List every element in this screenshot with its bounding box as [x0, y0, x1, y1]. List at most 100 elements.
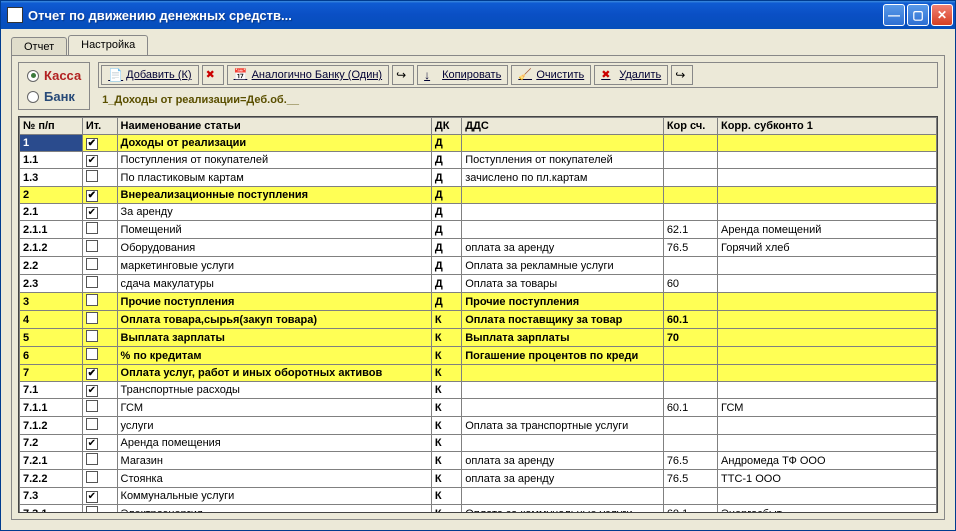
col-it[interactable]: Ит.	[82, 118, 117, 135]
cell-dk[interactable]: К	[431, 365, 461, 382]
cell-dds[interactable]: Прочие поступления	[462, 293, 664, 311]
cell-kor[interactable]	[663, 435, 717, 452]
cell-name[interactable]: сдача макулатуры	[117, 275, 431, 293]
cell-dds[interactable]	[462, 221, 664, 239]
cell-num[interactable]: 7.3	[20, 488, 83, 505]
maximize-button[interactable]: ▢	[907, 4, 929, 26]
cell-dk[interactable]: Д	[431, 204, 461, 221]
table-row[interactable]: 7.1.1ГСМК60.1ГСМ	[20, 399, 937, 417]
checkbox-icon[interactable]	[86, 368, 98, 380]
cell-dds[interactable]: Выплата зарплаты	[462, 329, 664, 347]
cell-dds[interactable]	[462, 187, 664, 204]
cell-it[interactable]	[82, 239, 117, 257]
cell-sub[interactable]: Андромеда ТФ ООО	[718, 452, 937, 470]
table-row[interactable]: 5Выплата зарплатыКВыплата зарплаты70	[20, 329, 937, 347]
cell-it[interactable]	[82, 204, 117, 221]
grid-wrap[interactable]: № п/п Ит. Наименование статьи ДК ДДС Кор…	[18, 116, 938, 513]
cell-num[interactable]: 2.1	[20, 204, 83, 221]
table-row[interactable]: 7.2Аренда помещенияК	[20, 435, 937, 452]
cell-num[interactable]: 5	[20, 329, 83, 347]
arrow-icon-button[interactable]	[392, 65, 414, 85]
cell-sub[interactable]	[718, 488, 937, 505]
cell-kor[interactable]	[663, 417, 717, 435]
cell-name[interactable]: Доходы от реализации	[117, 135, 431, 152]
checkbox-icon[interactable]	[86, 453, 98, 465]
cell-it[interactable]	[82, 293, 117, 311]
cell-dk[interactable]: Д	[431, 169, 461, 187]
checkbox-icon[interactable]	[86, 400, 98, 412]
radio-bank[interactable]: Банк	[27, 89, 81, 104]
delete-button[interactable]: Удалить	[594, 65, 668, 85]
table-row[interactable]: 7.2.1МагазинКоплата за аренду76.5Андроме…	[20, 452, 937, 470]
table-row[interactable]: 1.3По пластиковым картамДзачислено по пл…	[20, 169, 937, 187]
table-row[interactable]: 7.1Транспортные расходыК	[20, 382, 937, 399]
cell-name[interactable]: Прочие поступления	[117, 293, 431, 311]
table-row[interactable]: 7.3Коммунальные услугиК	[20, 488, 937, 505]
cell-num[interactable]: 7.3.1	[20, 505, 83, 514]
cell-it[interactable]	[82, 329, 117, 347]
cell-dk[interactable]: К	[431, 347, 461, 365]
cell-dds[interactable]: Погашение процентов по креди	[462, 347, 664, 365]
cell-name[interactable]: услуги	[117, 417, 431, 435]
cell-it[interactable]	[82, 382, 117, 399]
cell-sub[interactable]: Горячий хлеб	[718, 239, 937, 257]
cell-kor[interactable]: 76.5	[663, 470, 717, 488]
table-row[interactable]: 1.1Поступления от покупателейДПоступлени…	[20, 152, 937, 169]
cell-it[interactable]	[82, 365, 117, 382]
cell-name[interactable]: ГСМ	[117, 399, 431, 417]
cell-dds[interactable]	[462, 435, 664, 452]
remove-icon-button[interactable]	[202, 65, 224, 85]
cell-kor[interactable]	[663, 204, 717, 221]
copy-button[interactable]: Копировать	[417, 65, 508, 85]
cell-num[interactable]: 7.2.1	[20, 452, 83, 470]
cell-kor[interactable]: 76.5	[663, 452, 717, 470]
cell-dk[interactable]: Д	[431, 221, 461, 239]
cell-sub[interactable]	[718, 382, 937, 399]
cell-dds[interactable]: Оплата за рекламные услуги	[462, 257, 664, 275]
cell-num[interactable]: 7.2	[20, 435, 83, 452]
cell-name[interactable]: Внереализационные поступления	[117, 187, 431, 204]
cell-it[interactable]	[82, 135, 117, 152]
cell-kor[interactable]	[663, 152, 717, 169]
checkbox-icon[interactable]	[86, 312, 98, 324]
cell-sub[interactable]	[718, 311, 937, 329]
col-dk[interactable]: ДК	[431, 118, 461, 135]
cell-name[interactable]: % по кредитам	[117, 347, 431, 365]
table-row[interactable]: 7Оплата услуг, работ и иных оборотных ак…	[20, 365, 937, 382]
cell-kor[interactable]: 60.1	[663, 505, 717, 514]
cell-sub[interactable]	[718, 275, 937, 293]
checkbox-icon[interactable]	[86, 385, 98, 397]
cell-sub[interactable]	[718, 187, 937, 204]
cell-name[interactable]: Оплата товара,сырья(закуп товара)	[117, 311, 431, 329]
cell-dds[interactable]: зачислено по пл.картам	[462, 169, 664, 187]
checkbox-icon[interactable]	[86, 190, 98, 202]
cell-name[interactable]: Помещений	[117, 221, 431, 239]
cell-it[interactable]	[82, 257, 117, 275]
cell-kor[interactable]	[663, 365, 717, 382]
cell-sub[interactable]: ГСМ	[718, 399, 937, 417]
cell-sub[interactable]: Аренда помещений	[718, 221, 937, 239]
col-sub[interactable]: Корр. субконто 1	[718, 118, 937, 135]
add-button[interactable]: Добавить (К)	[101, 65, 198, 85]
cell-name[interactable]: За аренду	[117, 204, 431, 221]
cell-kor[interactable]	[663, 169, 717, 187]
cell-it[interactable]	[82, 417, 117, 435]
radio-kassa[interactable]: Касса	[27, 68, 81, 83]
table-row[interactable]: 1Доходы от реализацииД	[20, 135, 937, 152]
cell-sub[interactable]	[718, 204, 937, 221]
cell-dk[interactable]: К	[431, 488, 461, 505]
cell-kor[interactable]	[663, 488, 717, 505]
cell-kor[interactable]	[663, 187, 717, 204]
cell-sub[interactable]	[718, 417, 937, 435]
cell-kor[interactable]: 70	[663, 329, 717, 347]
cell-it[interactable]	[82, 347, 117, 365]
cell-num[interactable]: 4	[20, 311, 83, 329]
table-row[interactable]: 2.3сдача макулатурыДОплата за товары60	[20, 275, 937, 293]
checkbox-icon[interactable]	[86, 294, 98, 306]
bank-like-button[interactable]: Аналогично Банку (Один)	[227, 65, 390, 85]
cell-dds[interactable]: Поступления от покупателей	[462, 152, 664, 169]
cell-num[interactable]: 7.1	[20, 382, 83, 399]
cell-it[interactable]	[82, 435, 117, 452]
cell-dds[interactable]: Оплата за транспортные услуги	[462, 417, 664, 435]
cell-name[interactable]: маркетинговые услуги	[117, 257, 431, 275]
